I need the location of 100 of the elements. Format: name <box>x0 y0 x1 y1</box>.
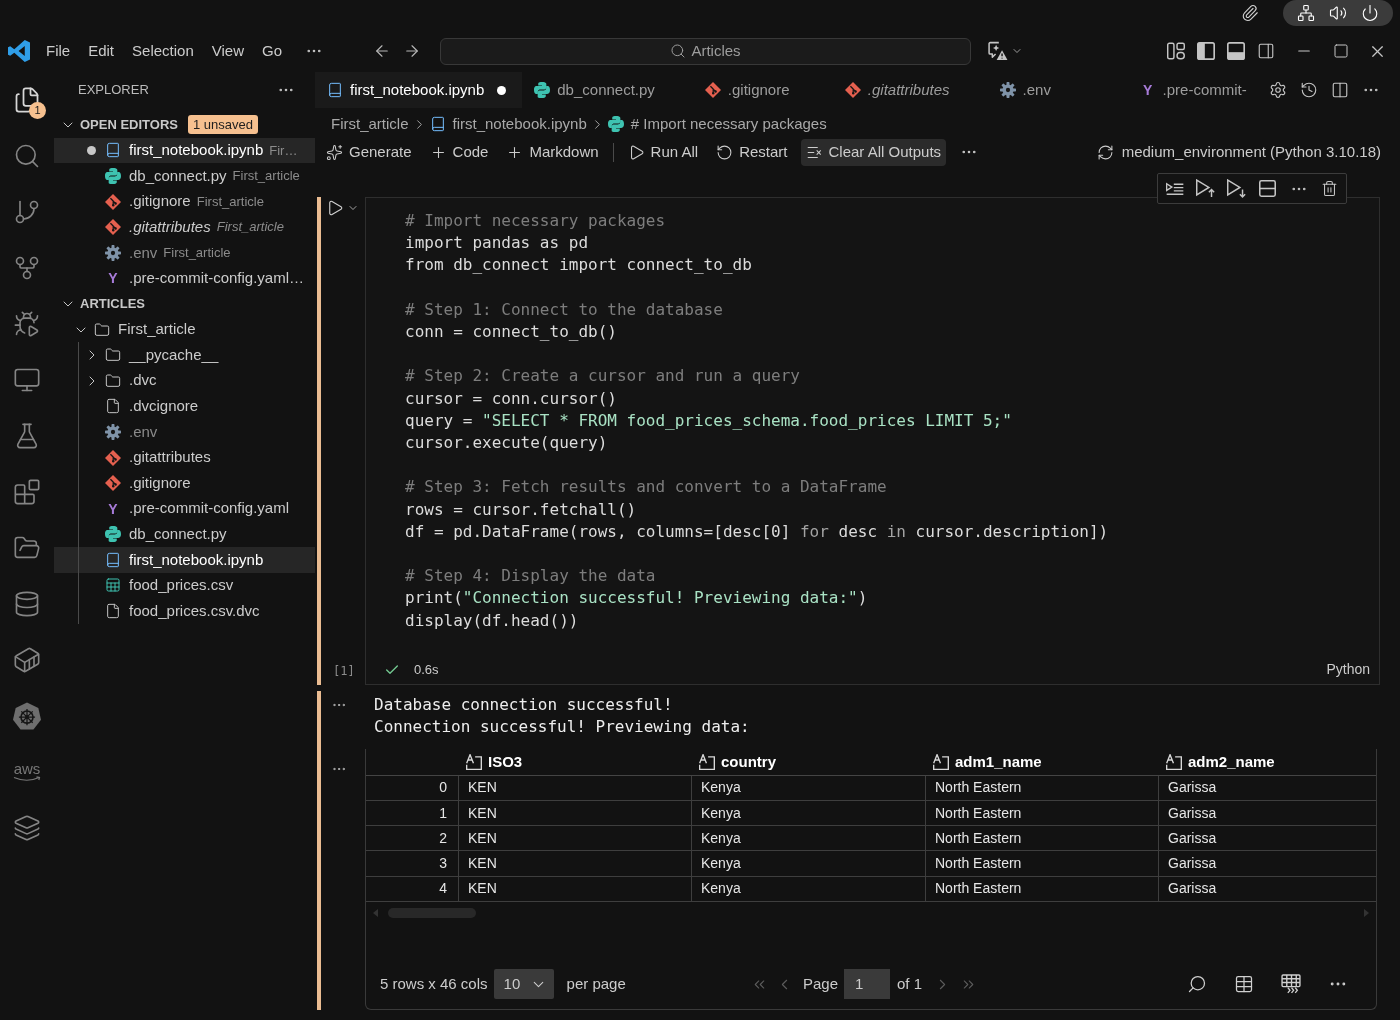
paperclip-icon[interactable] <box>1241 4 1259 22</box>
counterclockwise-arrow-icon <box>716 143 734 161</box>
editor-tab[interactable]: db_connect.py <box>522 72 693 108</box>
tree-item[interactable]: .gitignore <box>54 470 315 496</box>
section-header[interactable]: OPEN EDITORS <box>60 115 178 135</box>
toolbar-button[interactable]: Markdown <box>501 138 604 166</box>
menu-item[interactable]: Edit <box>79 38 124 64</box>
table-cell: KEN <box>459 876 692 902</box>
file-icon <box>105 398 121 415</box>
folder-item[interactable]: First_article <box>54 316 315 343</box>
panel-right-icon[interactable] <box>1257 42 1275 60</box>
editor-tab[interactable]: .gitattributes <box>832 72 988 108</box>
code-line: cursor = conn.cursor() <box>405 387 617 410</box>
open-editor-item[interactable]: .gitattributes First_article <box>54 214 315 240</box>
editor-tab[interactable]: first_notebook.ipynb <box>315 72 523 108</box>
monitor-icon[interactable] <box>13 366 41 394</box>
table-cell: KEN <box>459 851 692 877</box>
command-center[interactable]: Articles <box>440 37 971 65</box>
tree-item[interactable]: food_prices.csv.dvc <box>54 598 315 624</box>
kernel-picker[interactable]: medium_environment (Python 3.10.18) <box>1096 140 1381 164</box>
bug-play-icon[interactable] <box>13 310 41 338</box>
open-editor-item[interactable]: .env First_article <box>54 239 315 266</box>
search-icon[interactable] <box>13 142 41 170</box>
arrow-right-icon[interactable] <box>403 42 421 60</box>
page-input[interactable]: 1 <box>844 969 890 999</box>
menu-item[interactable]: Selection <box>123 38 203 64</box>
panel-left-icon[interactable] <box>1197 42 1215 60</box>
panel-bottom-icon[interactable] <box>1227 42 1245 60</box>
layout-icon[interactable] <box>1167 42 1185 60</box>
toolbar-button[interactable]: Generate <box>321 138 417 166</box>
code-editor[interactable] <box>365 197 1380 685</box>
toolbar-button[interactable]: Run All <box>622 138 704 166</box>
maximize-icon[interactable] <box>1332 43 1349 59</box>
section-header[interactable]: ARTICLES <box>60 294 145 314</box>
open-editor-item[interactable]: first_notebook.ipynb Fir… <box>54 137 315 164</box>
column-header[interactable]: adm2_name <box>1159 748 1376 775</box>
editor-tab[interactable]: .env <box>987 72 1128 108</box>
network-icon[interactable] <box>1297 4 1315 22</box>
search-icon[interactable] <box>1187 974 1207 994</box>
tree-item[interactable]: .gitattributes <box>54 444 315 471</box>
table-cell: Kenya <box>692 876 926 902</box>
menu-item[interactable]: View <box>202 38 253 64</box>
page-size-select[interactable]: 10 <box>493 969 554 999</box>
book-icon <box>327 82 343 98</box>
split-rect-icon[interactable] <box>1259 180 1276 197</box>
tree-item[interactable]: first_notebook.ipynb <box>54 547 315 573</box>
tree-item[interactable]: .dvcignore <box>54 393 315 420</box>
container-icon[interactable] <box>13 646 41 674</box>
column-header[interactable]: country <box>692 748 926 775</box>
column-header[interactable]: adm1_name <box>926 748 1159 775</box>
table-cell: North Eastern <box>926 801 1159 827</box>
letter-y-icon: Y <box>105 271 121 286</box>
play-up-arrow-icon[interactable] <box>1196 179 1215 198</box>
layers-icon[interactable] <box>13 814 41 842</box>
fork-icon[interactable] <box>13 254 41 282</box>
menu-item[interactable]: File <box>37 38 80 64</box>
open-editor-item[interactable]: Y .pre-commit-config.yaml… <box>54 265 315 292</box>
table-arrows-icon[interactable] <box>1281 974 1301 994</box>
history-icon[interactable] <box>1299 81 1318 99</box>
speaker-icon[interactable] <box>1329 4 1347 22</box>
breadcrumb-item[interactable]: First_article <box>331 112 409 136</box>
open-editor-item[interactable]: .gitignore First_article <box>54 188 315 215</box>
diamond-branch-icon <box>105 193 121 210</box>
blocks-icon[interactable] <box>13 478 41 506</box>
aws-logo[interactable]: aws <box>13 762 41 782</box>
editor-tab[interactable]: .gitignore <box>692 72 833 108</box>
row-index-cell: 1 <box>366 801 459 827</box>
table-cell: North Eastern <box>926 851 1159 877</box>
code-line: conn = connect_to_db() <box>405 321 617 343</box>
branch-icon[interactable] <box>13 198 41 226</box>
toolbar-button[interactable]: Code <box>424 138 494 166</box>
play-down-arrow-icon[interactable] <box>1227 179 1246 198</box>
folder-item[interactable]: __pycache__ <box>54 342 315 368</box>
table-icon[interactable] <box>1234 974 1254 994</box>
column-header[interactable]: ISO3 <box>459 748 692 775</box>
tree-item[interactable]: .env <box>54 419 315 445</box>
database-icon[interactable] <box>13 590 41 618</box>
breadcrumb-item[interactable]: # Import necessary packages <box>607 112 827 136</box>
tree-item[interactable]: food_prices.csv <box>54 572 315 599</box>
breadcrumb-item[interactable]: first_notebook.ipynb <box>429 112 587 136</box>
folder-item[interactable]: .dvc <box>54 367 315 394</box>
ship-wheel-icon[interactable] <box>13 702 41 730</box>
menu-item[interactable]: Go <box>253 38 291 64</box>
toolbar-button[interactable]: Clear All Outputs <box>800 138 947 166</box>
gear-icon <box>105 423 121 440</box>
editor-tab[interactable]: Y .pre-commit- <box>1127 72 1285 108</box>
power-icon[interactable] <box>1361 4 1379 22</box>
diamond-branch-icon <box>704 82 721 98</box>
language-label[interactable]: Python <box>1326 659 1370 681</box>
trash-icon[interactable] <box>1321 180 1338 197</box>
tree-item[interactable]: db_connect.py <box>54 521 315 548</box>
columns-icon[interactable] <box>1330 81 1349 99</box>
sparkle-warning-icon[interactable] <box>988 41 1008 61</box>
files-icon[interactable] <box>13 86 41 114</box>
book-icon <box>105 551 121 568</box>
toolbar-button[interactable]: Restart <box>711 138 793 166</box>
tree-item[interactable]: Y .pre-commit-config.yaml <box>54 495 315 522</box>
open-editor-item[interactable]: db_connect.py First_article <box>54 163 315 189</box>
gear-icon[interactable] <box>1268 81 1287 99</box>
play-icon[interactable] <box>326 199 344 217</box>
